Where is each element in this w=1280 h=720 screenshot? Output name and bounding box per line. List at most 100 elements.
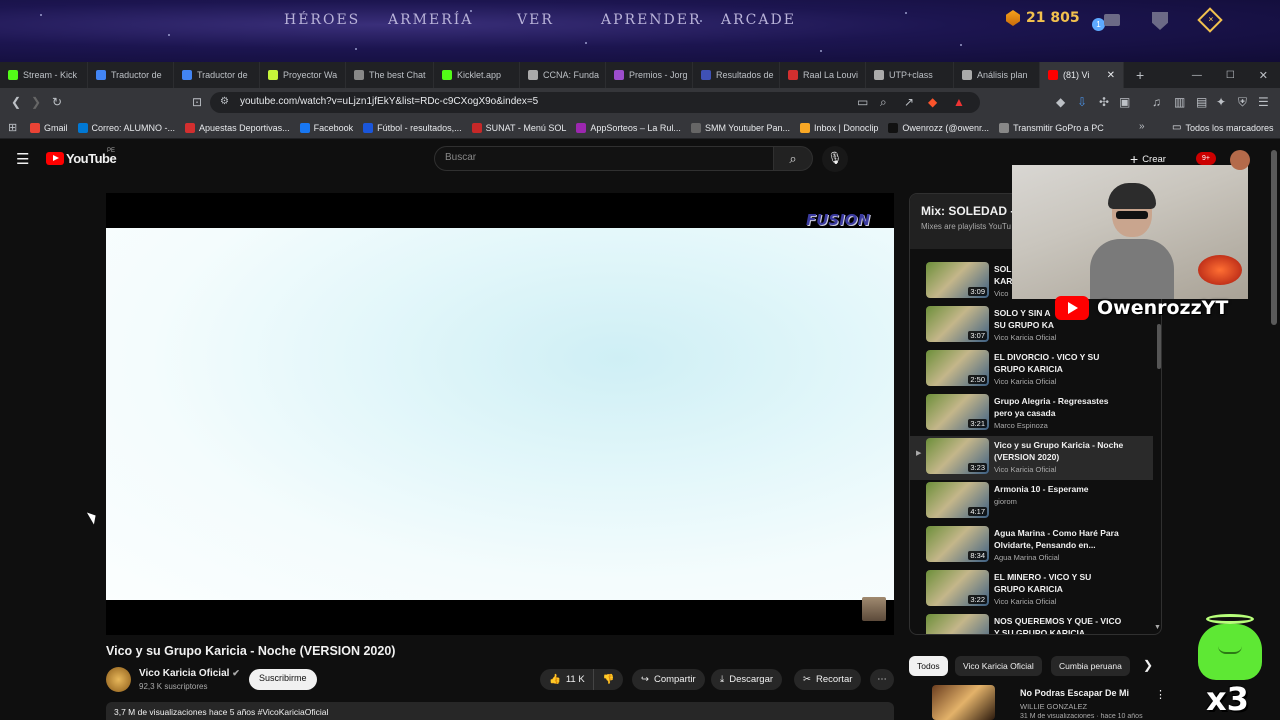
subscribe-button[interactable]: Suscribirme <box>249 669 317 690</box>
playlist-item[interactable]: 2:50 EL DIVORCIO - VICO Y SU GRUPO KARIC… <box>910 348 1153 392</box>
media-icon[interactable]: ♫ <box>1152 95 1161 109</box>
tab-favicon <box>96 70 106 80</box>
playlist-item-now-playing[interactable]: ▶ 3:23 Vico y su Grupo Karicia - Noche (… <box>910 436 1153 480</box>
game-nav-heroes[interactable]: HÉROES <box>284 12 360 28</box>
bookmark-gmail[interactable]: Gmail <box>30 122 68 133</box>
playlist-item[interactable]: 4:17 Armonia 10 - Esperame giorom <box>910 480 1153 524</box>
dislike-button[interactable]: 👎 <box>593 669 623 690</box>
game-nav-armeria[interactable]: ARMERÍA <box>388 12 473 28</box>
bookmark-donoclip[interactable]: Inbox | Donoclip <box>800 122 878 133</box>
notifications-badge[interactable]: 9+ <box>1196 152 1216 165</box>
back-icon[interactable]: ❮ <box>11 95 21 109</box>
page-scrollbar[interactable] <box>1271 150 1277 325</box>
bookmark-apuestas[interactable]: Apuestas Deportivas... <box>185 122 290 133</box>
tab-8[interactable]: Resultados de <box>693 62 780 88</box>
tab-7[interactable]: Premios - Jorg <box>606 62 693 88</box>
voice-search-button[interactable]: 🎙 <box>822 146 848 172</box>
tab-10[interactable]: UTP+class <box>866 62 954 88</box>
tab-2[interactable]: Traductor de <box>174 62 260 88</box>
playlist-item[interactable]: 8:34 Agua Marina - Como Haré Para Olvida… <box>910 524 1153 568</box>
tab-11[interactable]: Análisis plan <box>954 62 1040 88</box>
zoom-icon[interactable]: ⌕ <box>880 95 887 110</box>
bookmark-correo[interactable]: Correo: ALUMNO -... <box>77 122 175 133</box>
more-bookmarks-icon[interactable]: » <box>1139 121 1145 132</box>
account-avatar[interactable] <box>1230 150 1250 170</box>
search-button[interactable]: ⌕ <box>773 146 813 171</box>
cast-icon[interactable]: ▭ <box>857 95 868 109</box>
playlist-item[interactable]: 3:21 Grupo Alegria - Regresastes pero ya… <box>910 392 1153 436</box>
bookmark-appsorteos[interactable]: AppSorteos – La Rul... <box>576 122 681 133</box>
recommended-thumbnail[interactable] <box>932 685 995 720</box>
description-box[interactable]: 3,7 M de visualizaciones hace 5 años #Vi… <box>106 702 894 720</box>
recommended-title[interactable]: No Podras Escapar De Mi <box>1020 688 1129 698</box>
wallet-icon[interactable]: ▣ <box>1119 95 1130 109</box>
share-icon[interactable]: ↗ <box>904 95 914 109</box>
tab-9[interactable]: Raal La Louvi <box>780 62 866 88</box>
chip-all[interactable]: Todos <box>909 656 948 676</box>
new-tab-icon[interactable]: + <box>1136 67 1144 83</box>
sidebar-icon[interactable]: ▥ <box>1174 95 1185 109</box>
playlist-scrollbar[interactable] <box>1157 324 1161 369</box>
playlist-item[interactable]: 3:22 EL MINERO - VICO Y SU GRUPO KARICIA… <box>910 568 1153 612</box>
brave-shield-icon[interactable]: ◆ <box>928 95 937 109</box>
tab-5[interactable]: Kicklet.app <box>434 62 520 88</box>
tab-1[interactable]: Traductor de <box>88 62 174 88</box>
apps-icon[interactable]: ⊞ <box>8 121 17 134</box>
youtube-logo-icon[interactable] <box>46 152 64 165</box>
video-player[interactable]: FUSION <box>106 193 894 635</box>
extension-icon[interactable]: ◆ <box>1056 95 1065 109</box>
tab-0[interactable]: Stream - Kick <box>0 62 88 88</box>
more-options-icon[interactable]: ⋮ <box>1155 688 1166 701</box>
search-input[interactable]: Buscar <box>434 146 774 171</box>
tab-active[interactable]: (81) Vi ✕ <box>1040 62 1124 88</box>
playlist-item[interactable]: NOS QUEREMOS Y QUE - VICO Y SU GRUPO KAR… <box>910 612 1153 634</box>
all-bookmarks[interactable]: ▭ Todos los marcadores <box>1172 122 1274 133</box>
channel-name[interactable]: Vico Karicia Oficial ✔ <box>139 668 240 679</box>
more-actions-button[interactable]: ⋯ <box>870 669 894 690</box>
hamburger-menu-icon[interactable]: ☰ <box>16 150 29 168</box>
close-window-icon[interactable]: ✕ <box>1259 69 1268 82</box>
site-info-icon[interactable]: ⚙ <box>220 96 229 107</box>
menu-icon[interactable]: ☰ <box>1258 95 1269 109</box>
bookmark-icon[interactable]: ⊡ <box>192 95 202 109</box>
download-button[interactable]: ⤓ Descargar <box>711 669 783 690</box>
game-nav-ver[interactable]: VER <box>517 12 554 28</box>
thumbs-down-icon: 👎 <box>602 674 615 685</box>
mail-icon[interactable] <box>1104 14 1120 26</box>
game-nav-arcade[interactable]: ARCADE <box>721 12 796 28</box>
bookmark-smm[interactable]: SMM Youtuber Pan... <box>690 122 790 133</box>
rewards-icon[interactable]: ▲ <box>953 95 965 109</box>
channel-branding-thumbnail[interactable] <box>862 597 886 621</box>
shield-icon[interactable] <box>1152 12 1168 30</box>
channel-avatar[interactable] <box>106 667 131 692</box>
leo-icon[interactable]: ✦ <box>1216 95 1226 109</box>
chip-cumbia[interactable]: Cumbia peruana <box>1051 656 1130 676</box>
forward-icon[interactable]: ❯ <box>31 95 41 109</box>
clip-button[interactable]: ✂ Recortar <box>794 669 862 690</box>
extension-icon[interactable]: ⇩ <box>1077 95 1087 109</box>
facebook-icon <box>299 122 310 133</box>
scroll-down-icon[interactable]: ▼ <box>1154 624 1161 631</box>
maximize-icon[interactable]: ☐ <box>1226 70 1235 81</box>
game-nav-aprender[interactable]: APRENDER <box>601 12 702 28</box>
tab-3[interactable]: Proyector Wa <box>260 62 346 88</box>
share-button[interactable]: ↪ Compartir <box>632 669 705 690</box>
lamp-glow <box>1198 255 1242 285</box>
chip-channel[interactable]: Vico Karicia Oficial <box>955 656 1042 676</box>
tab-4[interactable]: The best Chat <box>346 62 434 88</box>
vpn-icon[interactable]: ⛨ <box>1238 95 1247 110</box>
bookmark-gopro[interactable]: Transmitir GoPro a PC <box>999 122 1104 133</box>
wallet-icon[interactable]: ▤ <box>1196 95 1207 109</box>
bookmark-sunat[interactable]: SUNAT - Menú SOL <box>471 122 566 133</box>
bookmark-facebook[interactable]: Facebook <box>299 122 353 133</box>
tab-6[interactable]: CCNA: Funda <box>520 62 606 88</box>
plus-gem-icon[interactable]: + <box>1197 7 1223 33</box>
reload-icon[interactable]: ↻ <box>52 95 62 109</box>
close-tab-icon[interactable]: ✕ <box>1107 70 1115 81</box>
puzzle-icon[interactable]: ✣ <box>1099 95 1109 109</box>
bookmark-futbol[interactable]: Fútbol - resultados,... <box>363 122 462 133</box>
minimize-icon[interactable]: — <box>1192 70 1202 81</box>
chips-next-icon[interactable]: ❯ <box>1143 658 1153 672</box>
like-button[interactable]: 👍 11 K <box>540 669 593 690</box>
bookmark-tiktok[interactable]: Owenrozz (@owenr... <box>888 122 989 133</box>
